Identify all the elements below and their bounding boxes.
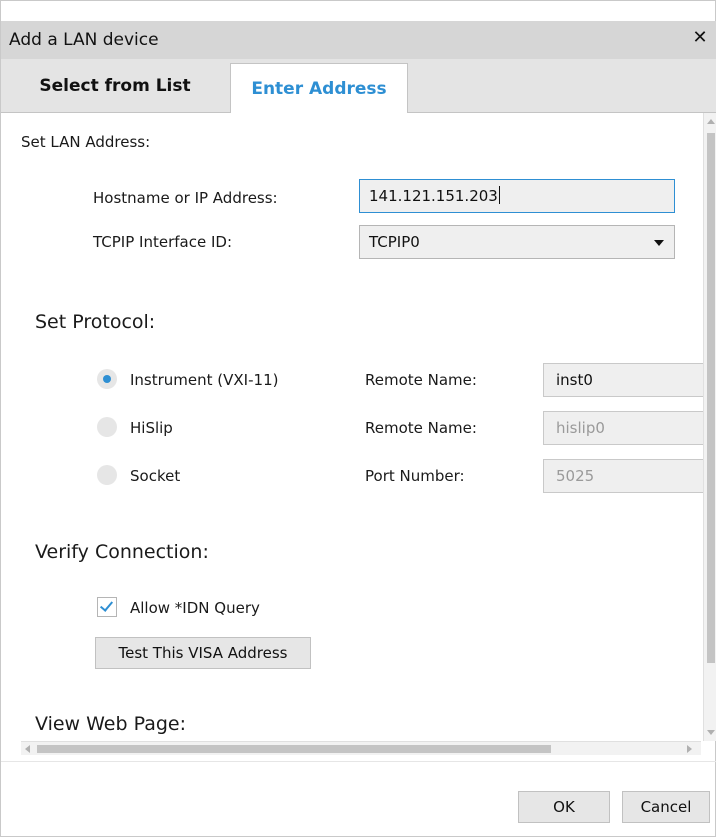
close-icon[interactable]: ✕ — [691, 29, 709, 47]
hostname-input[interactable]: 141.121.151.203 — [359, 179, 675, 213]
socket-port-number-label: Port Number: — [365, 467, 465, 485]
tab-bar: Select from List Enter Address — [1, 59, 716, 114]
radio-selected-dot — [103, 375, 111, 383]
instrument-remote-name-input[interactable]: inst0 — [543, 363, 703, 397]
allow-idn-label: Allow *IDN Query — [130, 599, 260, 617]
cancel-button[interactable]: Cancel — [622, 791, 710, 823]
radio-instrument[interactable] — [97, 369, 117, 389]
add-lan-device-dialog: Add a LAN device ✕ Select from List Ente… — [0, 0, 716, 837]
hislip-remote-name-input[interactable]: hislip0 — [543, 411, 703, 445]
test-visa-address-button[interactable]: Test This VISA Address — [95, 637, 311, 669]
hostname-label: Hostname or IP Address: — [93, 189, 278, 207]
tab-enter-address[interactable]: Enter Address — [230, 63, 408, 114]
dialog-titlebar: Add a LAN device ✕ — [1, 21, 716, 59]
horizontal-scrollbar[interactable] — [21, 741, 701, 755]
radio-socket[interactable] — [97, 465, 117, 485]
hostname-value: 141.121.151.203 — [369, 187, 498, 205]
set-lan-address-heading: Set LAN Address: — [21, 133, 151, 151]
enter-address-panel: Set LAN Address: Hostname or IP Address:… — [1, 113, 703, 741]
ok-button[interactable]: OK — [518, 791, 610, 823]
hislip-option-label: HiSlip — [130, 419, 173, 437]
socket-port-number-input[interactable]: 5025 — [543, 459, 703, 493]
tcpip-interface-value: TCPIP0 — [369, 233, 420, 251]
scroll-up-arrow-icon[interactable] — [707, 119, 715, 124]
scroll-down-arrow-icon[interactable] — [707, 730, 715, 735]
tcpip-interface-select[interactable]: TCPIP0 — [359, 225, 675, 259]
allow-idn-checkbox[interactable] — [97, 597, 117, 617]
instrument-remote-name-label: Remote Name: — [365, 371, 477, 389]
text-caret — [498, 186, 500, 204]
checkmark-icon — [99, 598, 114, 612]
chevron-down-icon — [654, 240, 664, 246]
tcpip-interface-label: TCPIP Interface ID: — [93, 233, 232, 251]
vertical-scrollbar[interactable] — [703, 113, 716, 741]
scroll-left-arrow-icon[interactable] — [25, 745, 30, 753]
horizontal-scroll-thumb[interactable] — [37, 745, 551, 753]
vertical-scroll-thumb[interactable] — [707, 133, 715, 663]
hislip-remote-name-label: Remote Name: — [365, 419, 477, 437]
set-protocol-heading: Set Protocol: — [35, 311, 156, 333]
view-web-page-heading: View Web Page: — [35, 713, 186, 735]
socket-option-label: Socket — [130, 467, 181, 485]
footer-divider — [1, 761, 716, 762]
dialog-title: Add a LAN device — [9, 30, 159, 50]
radio-hislip[interactable] — [97, 417, 117, 437]
verify-connection-heading: Verify Connection: — [35, 541, 209, 563]
tab-select-from-list[interactable]: Select from List — [1, 59, 229, 113]
scroll-right-arrow-icon[interactable] — [687, 745, 692, 753]
instrument-option-label: Instrument (VXI-11) — [130, 371, 279, 389]
